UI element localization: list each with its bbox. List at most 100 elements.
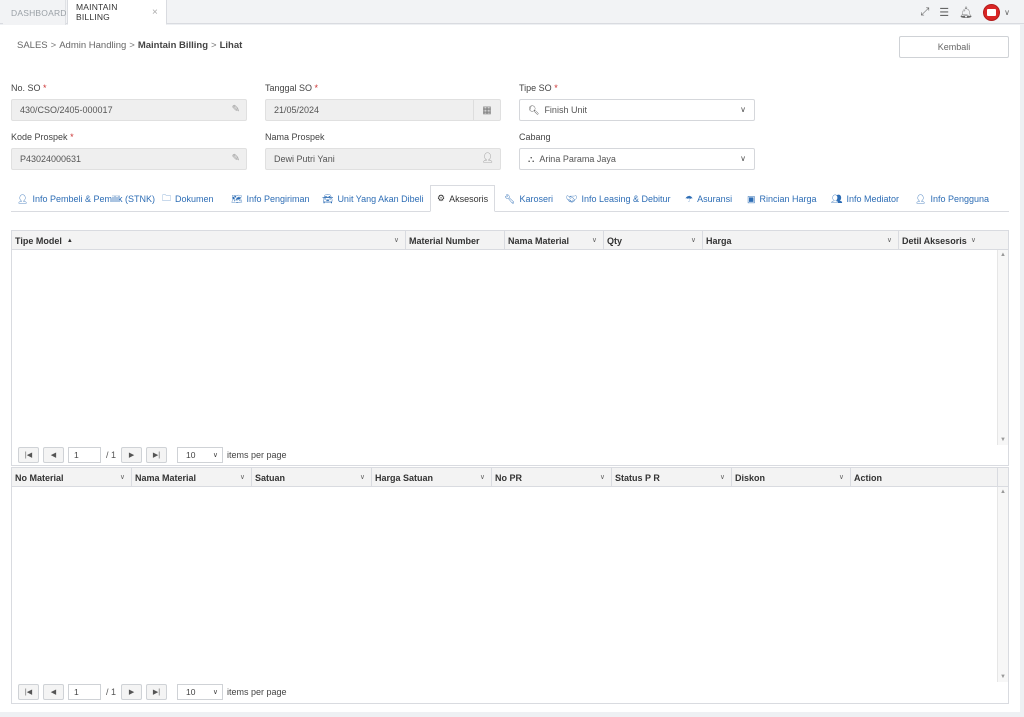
tab-aksesoris[interactable]: ⚙ Aksesoris xyxy=(430,185,496,212)
tab-dashboard[interactable]: DASHBOARD xyxy=(3,0,66,25)
chevron-down-icon[interactable]: ∨ xyxy=(480,473,485,481)
sort-asc-icon: ▲ xyxy=(66,237,73,244)
next-page-button[interactable]: ▶ xyxy=(121,447,143,463)
chevron-down-icon[interactable]: ∨ xyxy=(394,236,399,244)
tab-info-pengiriman[interactable]: 🗺︎ Info Pengiriman xyxy=(231,186,309,212)
chevron-down-icon[interactable]: ∨ xyxy=(240,473,245,481)
chevron-down-icon[interactable]: ∨ xyxy=(971,236,976,244)
kode-prospek-value: P43024000631 xyxy=(20,154,82,164)
col-no-pr[interactable]: No PR ∨ xyxy=(492,468,612,487)
tab-info-pembeli[interactable]: 👤︎ Info Pembeli & Pemilik (STNK) xyxy=(17,186,155,212)
per-page-label: items per page xyxy=(227,687,287,697)
breadcrumb-maintain-billing[interactable]: Maintain Billing xyxy=(138,40,208,51)
tab-label: Info Mediator xyxy=(846,194,899,204)
tab-maintain-billing[interactable]: MAINTAIN BILLING × xyxy=(67,0,167,25)
col-no-material[interactable]: No Material ∨ xyxy=(12,468,132,487)
tanggal-so-field: 21/05/2024 ▦ xyxy=(265,99,501,121)
scroll-down-icon[interactable]: ▼ xyxy=(1000,437,1006,443)
col-harga[interactable]: Harga ∨ xyxy=(703,231,899,250)
tab-rincian-harga[interactable]: ▣ Rincian Harga xyxy=(747,186,817,212)
tab-dokumen[interactable]: 🗀 Dokumen xyxy=(162,186,214,212)
hamburger-icon[interactable]: ☰ xyxy=(939,6,949,19)
tab-info-pengguna[interactable]: 👤︎ Info Pengguna xyxy=(915,186,989,212)
no-so-value: 430/CSO/2405-000017 xyxy=(20,105,113,115)
col-material-number[interactable]: Material Number xyxy=(406,231,505,250)
col-nama-material[interactable]: Nama Material ∨ xyxy=(505,231,604,250)
chevron-down-icon[interactable]: ∨ xyxy=(887,236,892,244)
chevron-down-icon[interactable]: ∨ xyxy=(839,473,844,481)
per-page-select[interactable]: 10 ∨ xyxy=(177,447,224,463)
chevron-down-icon[interactable]: ∨ xyxy=(592,236,597,244)
tipe-so-select[interactable]: 🔍︎ Finish Unit ∨ xyxy=(519,99,755,121)
cabang-select[interactable]: ⛬ Arina Parama Jaya ∨ xyxy=(519,148,755,170)
col-status-pr[interactable]: Status P R ∨ xyxy=(612,468,732,487)
tab-label: Dokumen xyxy=(175,194,214,204)
col-action: Action xyxy=(851,468,998,487)
prev-page-button[interactable]: ◀ xyxy=(43,684,64,700)
chevron-down-icon: ∨ xyxy=(212,689,219,696)
expand-icon[interactable]: ⤢ xyxy=(920,6,929,19)
scroll-down-icon[interactable]: ▼ xyxy=(1000,674,1006,680)
pencil-icon: ✎ xyxy=(231,104,240,115)
calendar-icon[interactable]: ▦ xyxy=(473,100,500,120)
scroll-up-icon[interactable]: ▲ xyxy=(1000,489,1006,495)
close-icon[interactable]: × xyxy=(152,7,158,18)
col-tipe-model[interactable]: Tipe Model ▲ ∨ xyxy=(12,231,406,250)
chevron-down-icon[interactable]: ∨ xyxy=(691,236,696,244)
tanggal-so-value: 21/05/2024 xyxy=(274,105,320,115)
grid-header: No Material ∨ Nama Material ∨ Satuan ∨ Harg… xyxy=(12,468,1008,487)
chevron-down-icon[interactable]: ∨ xyxy=(720,473,725,481)
last-page-button[interactable]: ▶| xyxy=(146,684,168,700)
main-panel: SALES > Admin Handling > Maintain Billing > Li… xyxy=(0,25,1020,712)
chevron-down-icon[interactable]: ∨ xyxy=(360,473,365,481)
tab-karoseri[interactable]: 🔧︎ Karoseri xyxy=(504,186,553,212)
nama-prospek-value: Dewi Putri Yani xyxy=(274,154,335,164)
next-page-button[interactable]: ▶ xyxy=(121,684,143,700)
search-icon: 🔍︎ xyxy=(528,104,540,115)
chevron-down-icon[interactable]: ∨ xyxy=(1004,8,1010,17)
back-button[interactable]: Kembali xyxy=(899,36,1009,58)
col-detil-aksesoris[interactable]: Detil Aksesoris ∨ xyxy=(899,231,1008,250)
col-harga-satuan[interactable]: Harga Satuan ∨ xyxy=(372,468,492,487)
grid-scrollbar[interactable]: ▲ ▼ xyxy=(997,250,1008,445)
user-icon: 👤︎ xyxy=(915,193,927,204)
chevron-down-icon[interactable]: ∨ xyxy=(120,473,125,481)
first-page-button[interactable]: |◀ xyxy=(18,684,39,700)
grid-scrollbar[interactable]: ▲ ▼ xyxy=(997,487,1008,682)
last-page-button[interactable]: ▶| xyxy=(146,447,168,463)
col-qty[interactable]: Qty ∨ xyxy=(604,231,703,250)
aksesoris-grid: Tipe Model ▲ ∨ Material Number Nama Materi… xyxy=(11,230,1009,466)
tab-label: Info Pembeli & Pemilik (STNK) xyxy=(32,194,155,204)
section-tabs: 👤︎ Info Pembeli & Pemilik (STNK) 🗀 Dokumen… xyxy=(11,185,1009,212)
col-diskon[interactable]: Diskon ∨ xyxy=(732,468,851,487)
tab-dashboard-label: DASHBOARD xyxy=(11,7,67,18)
cabang-value: Arina Parama Jaya xyxy=(539,154,616,164)
tab-label: Rincian Harga xyxy=(759,194,817,204)
tab-info-leasing[interactable]: 🤝︎ Info Leasing & Debitur xyxy=(566,186,671,212)
per-page-select[interactable]: 10 ∨ xyxy=(177,684,224,700)
user-avatar[interactable] xyxy=(983,3,1001,21)
tab-label: Karoseri xyxy=(519,194,553,204)
breadcrumb-sep: > xyxy=(211,40,217,51)
chevron-down-icon[interactable]: ∨ xyxy=(600,473,605,481)
user-icon: 👤︎ xyxy=(481,153,494,164)
col-nama-material[interactable]: Nama Material ∨ xyxy=(132,468,252,487)
breadcrumb-admin-handling[interactable]: Admin Handling xyxy=(59,40,126,51)
bell-icon[interactable]: 🔔︎ xyxy=(959,6,973,19)
scroll-up-icon[interactable]: ▲ xyxy=(1000,252,1006,258)
chevron-down-icon: ∨ xyxy=(740,154,746,163)
tab-unit-dibeli[interactable]: 🚘︎ Unit Yang Akan Dibeli xyxy=(322,186,424,212)
page-count: / 1 xyxy=(106,687,117,697)
breadcrumb-sales[interactable]: SALES xyxy=(17,40,48,51)
page-input[interactable]: 1 xyxy=(68,684,101,700)
chevron-down-icon: ∨ xyxy=(212,452,219,459)
pencil-icon: ✎ xyxy=(231,153,240,164)
col-satuan[interactable]: Satuan ∨ xyxy=(252,468,372,487)
page-input[interactable]: 1 xyxy=(68,447,101,463)
tab-info-mediator[interactable]: 👥︎ Info Mediator xyxy=(831,186,899,212)
nama-prospek-field: Dewi Putri Yani 👤︎ xyxy=(265,148,501,170)
money-icon: ▣ xyxy=(747,193,756,204)
prev-page-button[interactable]: ◀ xyxy=(43,447,64,463)
first-page-button[interactable]: |◀ xyxy=(18,447,39,463)
tab-asuransi[interactable]: ☂ Asuransi xyxy=(685,186,732,212)
